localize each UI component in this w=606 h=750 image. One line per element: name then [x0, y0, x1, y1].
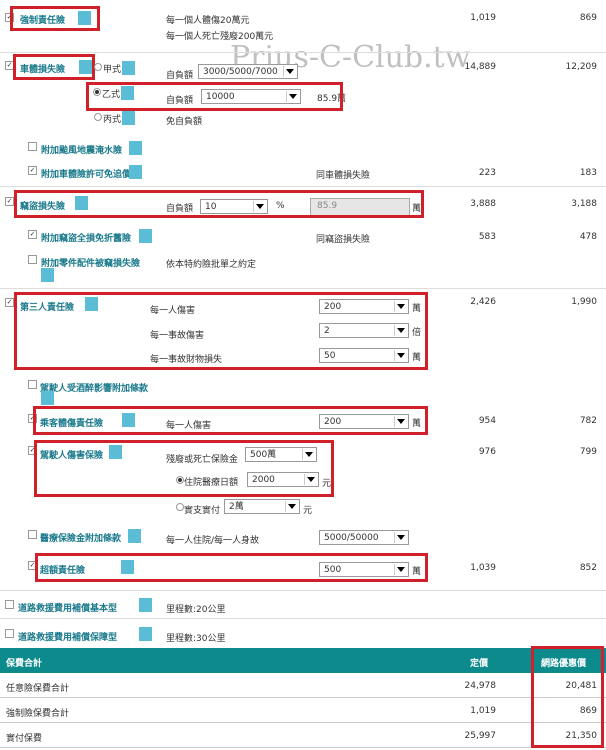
- divider: [0, 186, 606, 187]
- passenger-net: 782: [579, 416, 597, 426]
- select-value: 5000/50000: [324, 533, 379, 543]
- medical-checkbox[interactable]: [28, 530, 37, 539]
- excess-price: 1,039: [470, 563, 496, 573]
- summary-price: 24,978: [464, 681, 497, 691]
- deductible-label: 自負額: [166, 71, 194, 81]
- deductible-select-a[interactable]: 3000/5000/7000: [198, 64, 298, 79]
- divider: [0, 52, 606, 53]
- type-c-radio[interactable]: [94, 113, 102, 121]
- theft-waiver-price: 583: [478, 232, 496, 242]
- info-icon[interactable]: [139, 627, 152, 641]
- divider: [0, 590, 606, 591]
- divider: [0, 288, 606, 289]
- summary-row: 實付保費 25,997 21,350: [0, 723, 606, 748]
- info-icon[interactable]: [41, 268, 54, 282]
- highlight-box: [531, 646, 604, 748]
- highlight-box: [34, 440, 334, 497]
- theft-waiver-net: 478: [579, 232, 597, 242]
- road-plus-title[interactable]: 道路救援費用補償保障型: [18, 630, 117, 643]
- third-checkbox[interactable]: ✓: [5, 298, 14, 307]
- road-basic-note: 里程數:20公里: [166, 605, 226, 615]
- no-deductible: 免自負額: [166, 117, 203, 127]
- road-plus-checkbox[interactable]: [5, 629, 14, 638]
- highlight-box: [14, 292, 428, 370]
- road-basic-title[interactable]: 道路救援費用補償基本型: [18, 601, 117, 614]
- compulsory-line1: 每一個人體傷20萬元: [166, 16, 250, 26]
- theft-checkbox[interactable]: ✓: [5, 197, 14, 206]
- theft-net: 3,188: [571, 199, 597, 209]
- divider: [0, 618, 606, 619]
- list-price-header: 定價: [470, 659, 489, 669]
- info-icon[interactable]: [129, 141, 142, 155]
- body-net: 12,209: [565, 62, 598, 72]
- third-price: 2,426: [470, 297, 496, 307]
- select-value: 2萬: [229, 502, 244, 512]
- info-icon[interactable]: [122, 61, 135, 75]
- driver-ext-title[interactable]: 駕駛人受酒醉影響附加條款: [40, 381, 148, 394]
- waiver-note: 同車體損失險: [316, 171, 371, 181]
- driver-price: 976: [478, 447, 496, 457]
- summary-label: 強制險保費合計: [6, 709, 70, 719]
- compulsory-price: 1,019: [470, 13, 496, 23]
- chevron-down-icon: [283, 66, 296, 77]
- waiver-checkbox[interactable]: ✓: [28, 166, 37, 175]
- driver-radio-2[interactable]: [176, 503, 184, 511]
- driver-net: 799: [579, 447, 597, 457]
- driver-unit-3: 元: [303, 506, 313, 516]
- theft-waiver-title[interactable]: 附加竊盜全損免折舊險: [41, 231, 131, 244]
- chevron-down-icon: [394, 532, 407, 543]
- info-icon[interactable]: [41, 391, 54, 405]
- info-icon[interactable]: [122, 111, 135, 125]
- type-a-label: 甲式: [103, 65, 122, 75]
- waiver-price: 223: [478, 168, 496, 178]
- waiver-net: 183: [579, 168, 597, 178]
- body-price: 14,889: [464, 62, 497, 72]
- road-plus-note: 里程數:30公里: [166, 634, 226, 644]
- compulsory-net: 869: [579, 13, 597, 23]
- medical-title[interactable]: 醫療保險金附加條款: [40, 531, 121, 544]
- theft-price: 3,888: [470, 199, 496, 209]
- driver-label-3: 實支實付: [184, 506, 221, 516]
- driver-select-3[interactable]: 2萬: [224, 499, 300, 514]
- summary-label: 實付保費: [6, 734, 43, 744]
- medical-label: 每一人住院/每一人身故: [166, 536, 260, 546]
- parts-title[interactable]: 附加零件配件被竊損失險: [41, 256, 140, 269]
- highlight-box: [14, 190, 424, 218]
- parts-note: 依本特約險批單之約定: [166, 260, 257, 270]
- typhoon-title[interactable]: 附加颱風地震淹水險: [41, 143, 122, 156]
- summary-title: 保費合計: [6, 659, 43, 669]
- highlight-box: [33, 406, 428, 435]
- summary-label: 任意險保費合計: [6, 684, 70, 694]
- highlight-box: [13, 54, 95, 80]
- theft-waiver-checkbox[interactable]: ✓: [28, 230, 37, 239]
- typhoon-checkbox[interactable]: [28, 142, 37, 151]
- info-icon[interactable]: [139, 598, 152, 612]
- medical-select[interactable]: 5000/50000: [319, 530, 409, 545]
- excess-net: 852: [579, 563, 597, 573]
- summary-row: 強制險保費合計 1,019 869: [0, 698, 606, 723]
- highlight-box: [86, 82, 343, 111]
- theft-waiver-note: 同竊盜損失險: [316, 235, 371, 245]
- highlight-box: [10, 6, 100, 31]
- compulsory-line2: 每一個人死亡殘廢200萬元: [166, 32, 274, 42]
- type-c-label: 丙式: [103, 115, 122, 125]
- info-icon[interactable]: [139, 229, 152, 243]
- summary-header: 保費合計 定價 網路優惠價: [0, 648, 606, 673]
- passenger-price: 954: [478, 416, 496, 426]
- highlight-box: [35, 553, 428, 582]
- chevron-down-icon: [285, 501, 298, 512]
- type-a-radio[interactable]: [94, 63, 102, 71]
- parts-checkbox[interactable]: [28, 255, 37, 264]
- summary-price: 1,019: [470, 706, 496, 716]
- info-icon[interactable]: [129, 165, 142, 179]
- summary-price: 25,997: [464, 731, 497, 741]
- driver-ext-checkbox[interactable]: [28, 380, 37, 389]
- summary-row: 任意險保費合計 24,978 20,481: [0, 673, 606, 698]
- road-basic-checkbox[interactable]: [5, 600, 14, 609]
- select-value: 3000/5000/7000: [203, 67, 278, 77]
- info-icon[interactable]: [128, 529, 141, 543]
- waiver-title[interactable]: 附加車體險許可免追償: [41, 167, 131, 180]
- third-net: 1,990: [571, 297, 597, 307]
